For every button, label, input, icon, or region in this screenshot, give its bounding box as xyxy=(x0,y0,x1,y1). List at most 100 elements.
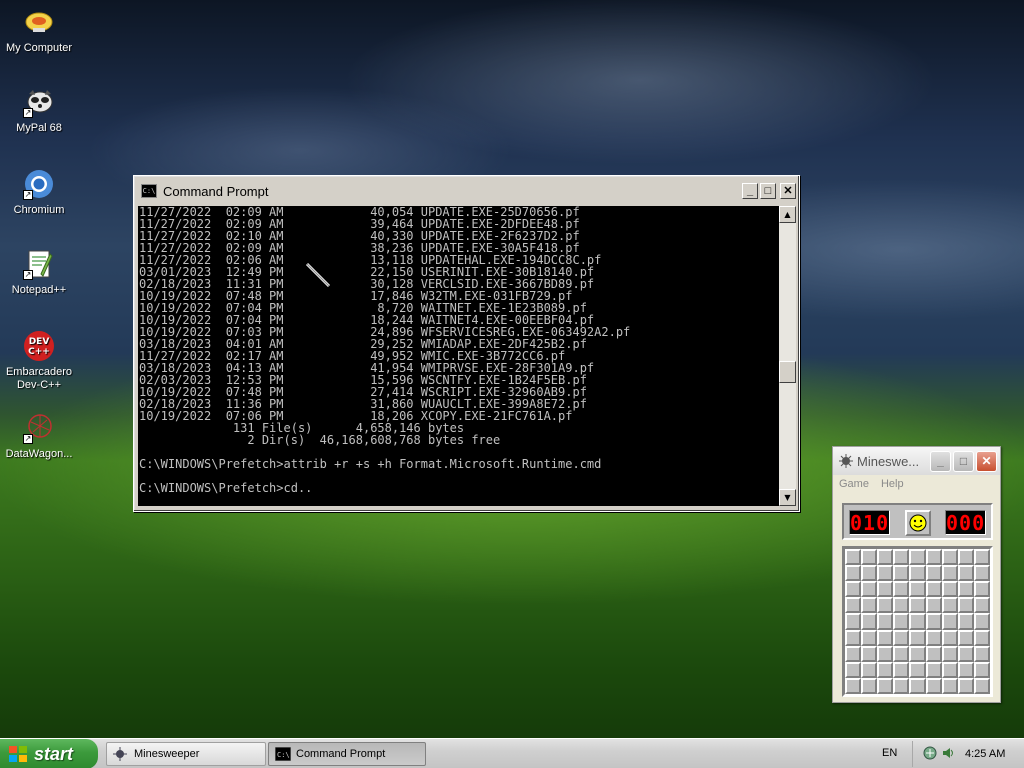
mine-cell[interactable] xyxy=(893,597,910,614)
mine-cell[interactable] xyxy=(845,549,862,566)
mine-cell[interactable] xyxy=(909,613,926,630)
mine-cell[interactable] xyxy=(893,645,910,662)
mine-cell[interactable] xyxy=(925,661,942,678)
mine-cell[interactable] xyxy=(909,677,926,694)
mine-cell[interactable] xyxy=(957,661,974,678)
mine-cell[interactable] xyxy=(861,613,878,630)
mine-cell[interactable] xyxy=(957,613,974,630)
mine-cell[interactable] xyxy=(861,549,878,566)
mine-cell[interactable] xyxy=(941,597,958,614)
mine-cell[interactable] xyxy=(941,549,958,566)
scroll-up-button[interactable]: ▲ xyxy=(779,206,796,223)
mine-cell[interactable] xyxy=(893,581,910,598)
minesweeper-window[interactable]: Mineswe... _ □ ✕ Game Help 010 000 xyxy=(832,446,1001,703)
mine-cell[interactable] xyxy=(957,597,974,614)
mine-cell[interactable] xyxy=(941,565,958,582)
mine-cell[interactable] xyxy=(845,661,862,678)
mine-cell[interactable] xyxy=(861,565,878,582)
mine-cell[interactable] xyxy=(845,597,862,614)
new-game-button[interactable] xyxy=(905,510,931,536)
mine-cell[interactable] xyxy=(973,677,990,694)
mine-cell[interactable] xyxy=(925,645,942,662)
mine-cell[interactable] xyxy=(893,565,910,582)
mine-cell[interactable] xyxy=(861,629,878,646)
mine-cell[interactable] xyxy=(973,597,990,614)
mine-cell[interactable] xyxy=(877,629,894,646)
mine-cell[interactable] xyxy=(973,645,990,662)
mine-cell[interactable] xyxy=(909,645,926,662)
mine-cell[interactable] xyxy=(957,629,974,646)
maximize-button[interactable]: □ xyxy=(953,450,974,472)
maximize-button[interactable]: □ xyxy=(760,183,776,199)
mine-cell[interactable] xyxy=(909,597,926,614)
menu-help[interactable]: Help xyxy=(881,478,904,490)
mine-cell[interactable] xyxy=(941,581,958,598)
mine-cell[interactable] xyxy=(877,565,894,582)
mine-cell[interactable] xyxy=(941,645,958,662)
mine-cell[interactable] xyxy=(861,581,878,598)
volume-icon[interactable] xyxy=(941,746,955,763)
minimize-button[interactable]: _ xyxy=(742,183,758,199)
mine-cell[interactable] xyxy=(909,581,926,598)
taskbar-button-command-prompt[interactable]: C:\ Command Prompt xyxy=(268,742,426,766)
menu-game[interactable]: Game xyxy=(839,478,869,490)
close-button[interactable]: ✕ xyxy=(976,450,997,472)
network-icon[interactable] xyxy=(923,746,937,763)
mine-cell[interactable] xyxy=(877,581,894,598)
mine-cell[interactable] xyxy=(909,661,926,678)
mine-field[interactable] xyxy=(842,546,993,697)
mine-cell[interactable] xyxy=(925,597,942,614)
vertical-scrollbar[interactable]: ▲ ▼ xyxy=(779,206,796,506)
mine-cell[interactable] xyxy=(957,645,974,662)
mine-cell[interactable] xyxy=(925,677,942,694)
mine-cell[interactable] xyxy=(877,597,894,614)
minimize-button[interactable]: _ xyxy=(930,450,951,472)
mine-cell[interactable] xyxy=(973,549,990,566)
mine-cell[interactable] xyxy=(941,677,958,694)
mine-cell[interactable] xyxy=(957,677,974,694)
desktop-icon-mypal[interactable]: ↗ MyPal 68 xyxy=(0,86,78,135)
mine-cell[interactable] xyxy=(877,549,894,566)
mine-cell[interactable] xyxy=(909,565,926,582)
mine-cell[interactable] xyxy=(925,549,942,566)
mine-cell[interactable] xyxy=(861,645,878,662)
clock[interactable]: 4:25 AM xyxy=(965,748,1005,760)
mine-cell[interactable] xyxy=(957,565,974,582)
mine-cell[interactable] xyxy=(845,565,862,582)
mine-cell[interactable] xyxy=(941,661,958,678)
mine-cell[interactable] xyxy=(845,677,862,694)
mine-cell[interactable] xyxy=(893,549,910,566)
desktop-icon-chromium[interactable]: ↗ Chromium xyxy=(0,168,78,217)
command-prompt-window[interactable]: C:\ Command Prompt _ □ ✕ 11/27/2022 02:0… xyxy=(133,175,800,512)
mine-cell[interactable] xyxy=(877,613,894,630)
desktop-icon-notepadpp[interactable]: ↗ Notepad++ xyxy=(0,248,78,297)
mine-cell[interactable] xyxy=(845,581,862,598)
command-prompt-titlebar[interactable]: C:\ Command Prompt _ □ ✕ xyxy=(137,179,796,203)
mine-cell[interactable] xyxy=(925,613,942,630)
mine-cell[interactable] xyxy=(909,549,926,566)
mine-cell[interactable] xyxy=(893,613,910,630)
mine-cell[interactable] xyxy=(893,677,910,694)
taskbar-button-minesweeper[interactable]: Minesweeper xyxy=(106,742,266,766)
desktop-icon-devcpp[interactable]: DEV C++ Embarcadero Dev-C++ xyxy=(0,330,78,392)
close-button[interactable]: ✕ xyxy=(780,183,796,199)
desktop-icon-my-computer[interactable]: My Computer xyxy=(0,6,78,55)
mine-cell[interactable] xyxy=(893,629,910,646)
mine-cell[interactable] xyxy=(973,565,990,582)
mine-cell[interactable] xyxy=(845,613,862,630)
language-indicator[interactable]: EN xyxy=(882,747,897,759)
mine-cell[interactable] xyxy=(845,629,862,646)
mine-cell[interactable] xyxy=(861,677,878,694)
minesweeper-titlebar[interactable]: Mineswe... _ □ ✕ xyxy=(833,447,1000,475)
scroll-thumb[interactable] xyxy=(779,361,796,383)
mine-cell[interactable] xyxy=(973,581,990,598)
mine-cell[interactable] xyxy=(877,677,894,694)
mine-cell[interactable] xyxy=(877,645,894,662)
desktop-icon-datawagon[interactable]: ↗ DataWagon... xyxy=(0,412,78,461)
mine-cell[interactable] xyxy=(941,613,958,630)
start-button[interactable]: start xyxy=(0,739,98,768)
mine-cell[interactable] xyxy=(941,629,958,646)
mine-cell[interactable] xyxy=(877,661,894,678)
mine-cell[interactable] xyxy=(893,661,910,678)
mine-cell[interactable] xyxy=(973,629,990,646)
